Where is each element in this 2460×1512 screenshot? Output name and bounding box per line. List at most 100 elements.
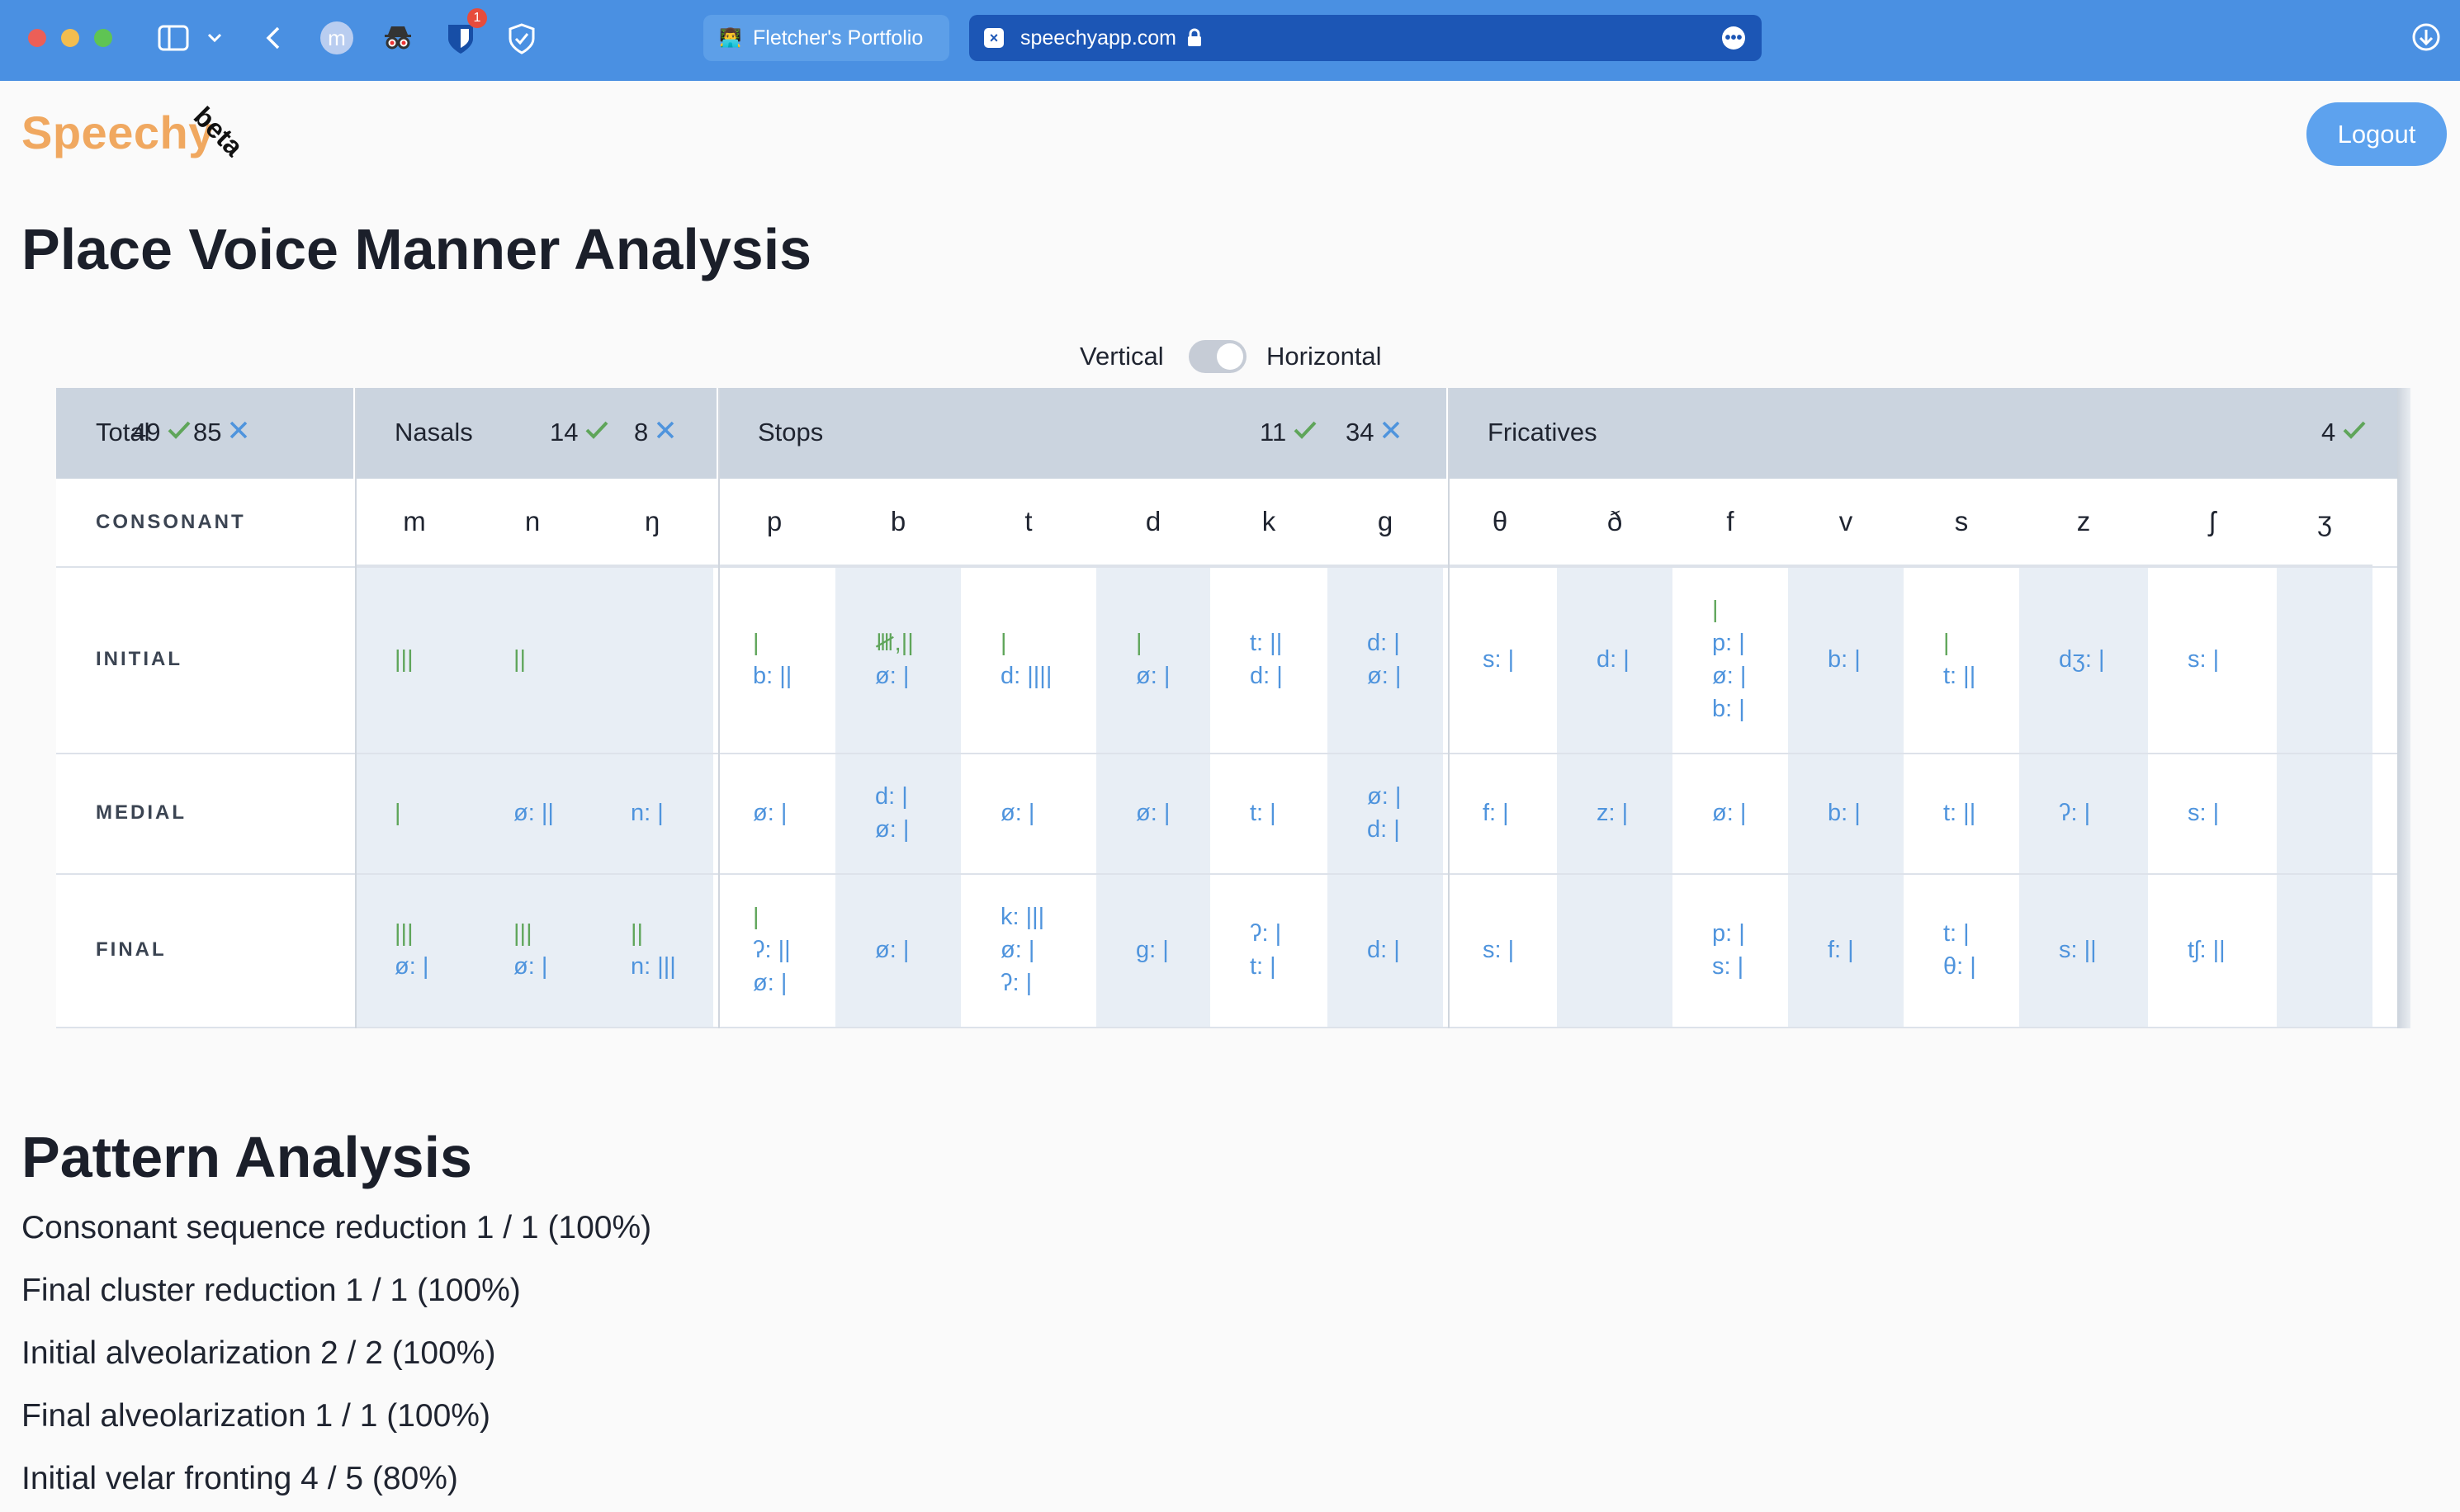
cell-initial: |||: [355, 566, 474, 753]
substitution-entry: ø: |: [1367, 663, 1402, 689]
cell-final: | ʔ: || ø: |: [713, 873, 835, 1027]
substitution-entry: t: ||: [1943, 800, 1976, 826]
more-options-icon[interactable]: •••: [1722, 26, 1745, 50]
zoom-window-button[interactable]: [94, 29, 112, 47]
phoneme-header: n: [474, 479, 591, 566]
phoneme-header: m: [355, 479, 474, 566]
substitution-entry: ʔ: |: [2059, 800, 2091, 826]
cell-initial: dʒ: |: [2019, 566, 2148, 753]
correct-tally: |||: [395, 646, 414, 673]
cell-initial: b: |: [1788, 566, 1904, 753]
cell-final: f: |: [1788, 873, 1904, 1027]
cell-medial: [2277, 753, 2372, 873]
substitution-entry: t: |: [1250, 800, 1276, 826]
tab-title: Fletcher's Portfolio: [753, 26, 924, 50]
substitution-entry: d: |: [1367, 937, 1400, 963]
category-label: Stops: [758, 418, 824, 447]
phoneme-header: s: [1904, 479, 2019, 566]
sidebar-icon[interactable]: [157, 23, 190, 53]
lock-icon: [1186, 28, 1203, 48]
cell-initial: [2277, 566, 2372, 753]
substitution-entry: d: ||||: [1001, 663, 1053, 689]
substitution-entry: d: |: [1597, 646, 1630, 673]
substitution-entry: s: |: [2188, 646, 2220, 673]
cell-final: ʔ: | t: |: [1210, 873, 1327, 1027]
cell-medial: b: |: [1788, 753, 1904, 873]
incognito-extension-icon[interactable]: [381, 21, 414, 54]
correct-count: 11: [1260, 418, 1318, 447]
cell-final: p: | s: |: [1672, 873, 1788, 1027]
cell-medial: d: | ø: |: [835, 753, 961, 873]
cell-initial: 𝍸,|| ø: |: [835, 566, 961, 753]
horizontal-scroll-edge[interactable]: [2397, 388, 2410, 1028]
back-icon[interactable]: [261, 23, 286, 53]
pattern-item: Initial velar fronting 4 / 5 (80%): [21, 1461, 458, 1496]
phoneme-header: ʒ: [2277, 479, 2372, 566]
tab-fletchers-portfolio[interactable]: 👨‍💻 Fletcher's Portfolio: [703, 15, 949, 61]
substitution-entry: tʃ: ||: [2188, 937, 2226, 963]
row-label-final: FINAL: [96, 938, 167, 961]
substitution-entry: ø: |: [1367, 783, 1402, 810]
cell-initial: [591, 566, 713, 753]
substitution-entry: ø: ||: [513, 800, 554, 826]
cell-final: tʃ: ||: [2148, 873, 2277, 1027]
substitution-entry: n: |||: [631, 953, 676, 980]
substitution-entry: p: |: [1712, 630, 1745, 656]
cell-initial: d: |: [1557, 566, 1672, 753]
cell-medial: ø: |: [1096, 753, 1210, 873]
incorrect-count: 34: [1346, 418, 1402, 447]
chevron-down-icon[interactable]: [205, 28, 225, 48]
cell-final: s: ||: [2019, 873, 2148, 1027]
substitution-entry: t: |: [1943, 920, 1970, 947]
cell-final: || n: |||: [591, 873, 713, 1027]
shield-check-icon[interactable]: [505, 21, 538, 56]
phoneme-header: ŋ: [591, 479, 713, 566]
speechy-logo[interactable]: Speechy: [21, 106, 215, 159]
substitution-entry: b: |: [1828, 800, 1861, 826]
toggle-knob: [1217, 343, 1243, 370]
substitution-entry: t: ||: [1943, 663, 1976, 689]
cell-initial: d: | ø: |: [1327, 566, 1443, 753]
substitution-entry: k: |||: [1001, 904, 1045, 930]
cell-initial: s: |: [2148, 566, 2277, 753]
downloads-icon[interactable]: [2410, 21, 2442, 53]
minimize-window-button[interactable]: [61, 29, 79, 47]
cell-initial: t: || d: |: [1210, 566, 1327, 753]
address-bar-url[interactable]: speechyapp.com: [1020, 26, 1176, 50]
phoneme-header: p: [713, 479, 835, 566]
correct-tally: |||: [395, 920, 414, 947]
column-divider: [1448, 388, 1450, 1028]
portfolio-favicon-icon: 👨‍💻: [719, 27, 742, 48]
substitution-entry: ø: |: [1136, 663, 1171, 689]
row-divider: [56, 1027, 2401, 1028]
cell-final: ||| ø: |: [355, 873, 474, 1027]
substitution-entry: θ: |: [1943, 953, 1976, 980]
phoneme-header: b: [835, 479, 961, 566]
check-icon: [167, 418, 192, 447]
substitution-entry: s: |: [1483, 937, 1515, 963]
profile-icon[interactable]: m: [320, 21, 353, 54]
pattern-analysis-title: Pattern Analysis: [21, 1125, 472, 1189]
category-label: Nasals: [395, 418, 473, 447]
substitution-entry: ø: |: [875, 937, 910, 963]
pvm-grid: Total4985Nasals148Stops1134Fricatives429…: [56, 388, 2410, 1028]
logout-button[interactable]: Logout: [2306, 102, 2447, 166]
cell-final: t: | θ: |: [1904, 873, 2019, 1027]
incorrect-count-value: 85: [193, 418, 222, 447]
phoneme-header: k: [1210, 479, 1327, 566]
x-icon: [1380, 418, 1402, 447]
phoneme-header: z: [2019, 479, 2148, 566]
correct-tally: |: [753, 904, 759, 930]
substitution-entry: b: ||: [753, 663, 792, 689]
row-divider: [56, 753, 2401, 754]
substitution-entry: f: |: [1483, 800, 1509, 826]
cell-final: [2277, 873, 2372, 1027]
incorrect-count-value: 8: [634, 418, 649, 447]
substitution-entry: ø: |: [1001, 800, 1035, 826]
cell-initial: | ø: |: [1096, 566, 1210, 753]
tab-speechyapp[interactable]: × speechyapp.com •••: [969, 15, 1762, 61]
phoneme-header: t: [961, 479, 1096, 566]
phoneme-header: θ: [1443, 479, 1557, 566]
phoneme-header: g: [1327, 479, 1443, 566]
close-window-button[interactable]: [28, 29, 46, 47]
